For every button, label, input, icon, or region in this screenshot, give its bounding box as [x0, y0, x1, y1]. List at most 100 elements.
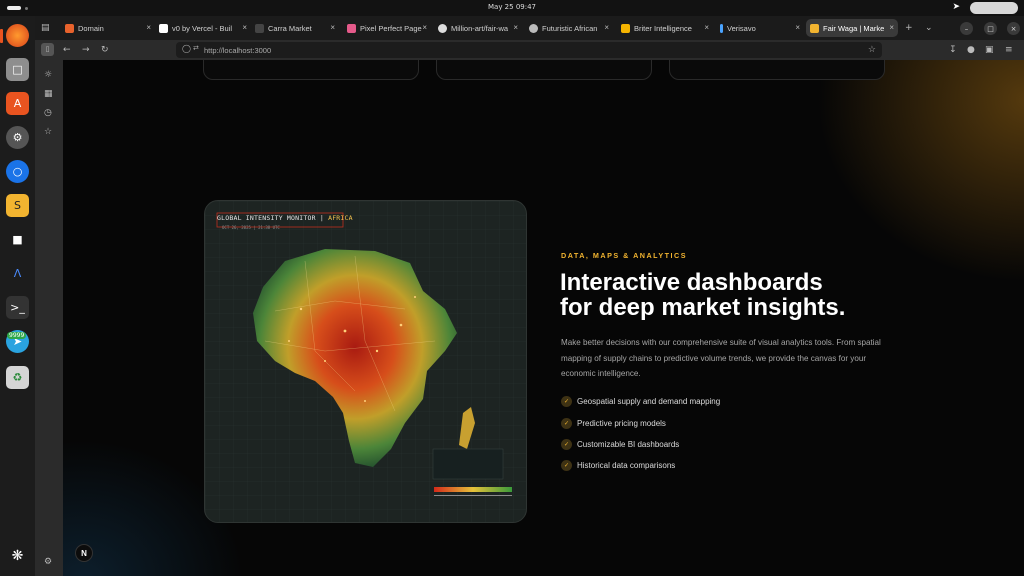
menu-icon[interactable]: ≡ [1005, 44, 1013, 56]
maximize-button[interactable]: □ [984, 22, 997, 35]
tab-github[interactable]: Million-art/fair-wa × [434, 19, 522, 37]
show-apps-icon[interactable]: ❋ [6, 544, 29, 567]
close-tab-icon[interactable]: × [889, 23, 894, 32]
tab-domain[interactable]: Domain × [61, 19, 155, 37]
tab-pixel-perfect[interactable]: Pixel Perfect Page × [343, 19, 431, 37]
close-window-button[interactable]: × [1007, 22, 1020, 35]
close-tab-icon[interactable]: × [704, 23, 709, 32]
africa-heatmap [205, 201, 526, 522]
permissions-icon[interactable]: ⇄ [193, 44, 199, 52]
check-icon: ✓ [561, 418, 572, 429]
telegram-tray-icon[interactable]: ➤ [952, 2, 960, 12]
tab-favicon [347, 23, 356, 33]
nextjs-devtools-button[interactable]: N [75, 544, 93, 562]
feature-card [436, 60, 652, 80]
reload-icon[interactable]: ↻ [101, 44, 109, 56]
tab-fair-waga[interactable]: Fair Waga | Marke × [806, 19, 898, 37]
trash-icon[interactable]: ♻ [6, 366, 29, 389]
address-bar[interactable]: ◯ ⇄ http://localhost:3000 ☆ [176, 42, 882, 58]
history-icon[interactable]: ◷ [44, 108, 52, 118]
tab-label: Carra Market [268, 23, 312, 33]
bookmark-star-icon[interactable]: ☆ [868, 44, 876, 55]
map-preview-card: GLOBAL INTENSITY MONITOR | AFRICA OCT 26… [204, 200, 527, 523]
tab-briter[interactable]: Briter Intelligence × [617, 19, 713, 37]
section-description: Make better decisions with our comprehen… [561, 338, 881, 378]
bookmarks-icon[interactable]: ☆ [44, 127, 52, 137]
close-tab-icon[interactable]: × [422, 23, 427, 32]
tab-favicon [720, 23, 723, 33]
url-text[interactable]: http://localhost:3000 [204, 46, 271, 55]
account-icon[interactable]: ● [967, 44, 975, 56]
synced-tabs-icon[interactable]: ▦ [44, 89, 53, 99]
active-app-indicator [0, 29, 3, 43]
tab-carra-market[interactable]: Carra Market × [251, 19, 339, 37]
forward-icon[interactable]: → [82, 44, 90, 56]
tab-futuristic[interactable]: Futuristic African × [525, 19, 613, 37]
tab-label: Pixel Perfect Page [360, 23, 422, 33]
feature-label: Predictive pricing models [577, 419, 666, 428]
map-title-main: GLOBAL INTENSITY MONITOR [217, 214, 316, 222]
tab-label: Verisavo [727, 23, 756, 33]
firefox-icon[interactable] [6, 24, 29, 47]
feature-item: ✓ Geospatial supply and demand mapping [561, 396, 720, 407]
feature-label: Geospatial supply and demand mapping [577, 397, 721, 406]
sublime-icon[interactable]: S [6, 194, 29, 217]
tab-label: Domain [78, 23, 104, 33]
feature-label: Customizable BI dashboards [577, 440, 680, 449]
telegram-badge: 9999 [7, 332, 27, 339]
close-tab-icon[interactable]: × [604, 23, 609, 32]
feature-label: Historical data comparisons [577, 461, 676, 470]
settings-icon[interactable]: ⚙ [6, 126, 29, 149]
files-icon[interactable]: □ [6, 58, 29, 81]
sidebar-toggle-icon[interactable]: ▯ [41, 43, 54, 56]
arduino-icon[interactable]: Λ [6, 262, 29, 285]
section-eyebrow: DATA, MAPS & ANALYTICS [561, 251, 688, 260]
tab-list-icon[interactable]: ⌄ [925, 22, 933, 34]
tab-overview-icon[interactable]: ▤ [41, 22, 50, 34]
browser-window: ▤ Domain × v0 by Vercel - Buil × Carra M… [35, 16, 1024, 576]
tab-v0[interactable]: v0 by Vercel - Buil × [155, 19, 251, 37]
dock: □ A ⚙ ○ S ■ Λ >_ ➤ 9999 ♻ ❋ [0, 16, 35, 576]
shield-icon: ◯ [182, 44, 191, 53]
tab-label: Fair Waga | Marke [823, 23, 885, 33]
browser-sidebar: ☼ ▦ ◷ ☆ ⚙ [35, 60, 63, 576]
close-tab-icon[interactable]: × [795, 23, 800, 32]
check-icon: ✓ [561, 439, 572, 450]
terminal-icon[interactable]: >_ [6, 296, 29, 319]
feature-item: ✓ Predictive pricing models [561, 418, 666, 429]
check-icon: ✓ [561, 396, 572, 407]
tab-label: Million-art/fair-wa [451, 23, 509, 33]
system-top-bar: May 25 09:47 ➤ [0, 0, 1024, 16]
tab-favicon [255, 23, 264, 33]
map-title-region: AFRICA [328, 214, 353, 222]
clock[interactable]: May 25 09:47 [0, 3, 1024, 11]
close-tab-icon[interactable]: × [330, 23, 335, 32]
tab-favicon [621, 23, 630, 33]
extensions-icon[interactable]: ▣ [985, 44, 994, 56]
chromium-icon[interactable]: ○ [6, 160, 29, 183]
check-icon: ✓ [561, 460, 572, 471]
tab-label: Futuristic African [542, 23, 598, 33]
tab-verisavo[interactable]: Verisavo × [716, 19, 804, 37]
feature-card [669, 60, 885, 80]
customize-sidebar-icon[interactable]: ⚙ [44, 557, 52, 567]
section-headline: Interactive dashboards for deep market i… [560, 270, 940, 320]
nav-toolbar: ▯ ← → ↻ ◯ ⇄ http://localhost:3000 ☆ ↧ ● … [35, 40, 1024, 60]
close-tab-icon[interactable]: × [513, 23, 518, 32]
tab-strip: ▤ Domain × v0 by Vercel - Buil × Carra M… [35, 16, 1024, 40]
app-center-icon[interactable]: A [6, 92, 29, 115]
ai-chat-icon[interactable]: ☼ [44, 70, 52, 80]
feature-item: ✓ Customizable BI dashboards [561, 439, 679, 450]
close-tab-icon[interactable]: × [146, 23, 151, 32]
close-tab-icon[interactable]: × [242, 23, 247, 32]
tab-favicon [159, 23, 168, 33]
tab-label: v0 by Vercel - Buil [172, 23, 233, 33]
package-icon[interactable]: ■ [6, 228, 29, 251]
system-tray[interactable] [970, 2, 1018, 14]
back-icon[interactable]: ← [63, 44, 71, 56]
map-timestamp: OCT 26, 2025 | 21:38 UTC [222, 225, 280, 230]
tab-label: Briter Intelligence [634, 23, 692, 33]
minimize-button[interactable]: – [960, 22, 973, 35]
new-tab-icon[interactable]: + [905, 22, 913, 34]
downloads-icon[interactable]: ↧ [949, 44, 957, 56]
